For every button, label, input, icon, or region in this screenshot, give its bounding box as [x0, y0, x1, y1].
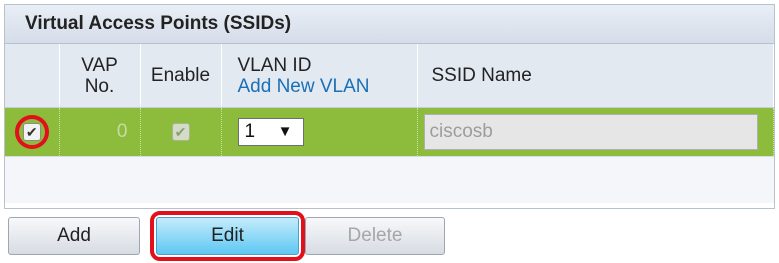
enable-cell: ✔ — [140, 107, 222, 157]
panel-title: Virtual Access Points (SSIDs) — [5, 5, 774, 44]
row-select-checkbox[interactable]: ✔ — [22, 122, 41, 141]
enable-header: Enable — [140, 44, 222, 108]
table-header-row: VAP No. Enable VLAN ID Add New VLAN SSID… — [5, 44, 774, 108]
vlan-cell: 1 ▼ — [221, 107, 418, 157]
vap-no-header: VAP No. — [59, 44, 141, 108]
delete-button[interactable]: Delete — [305, 217, 445, 255]
vlan-id-label: VLAN ID — [237, 54, 312, 76]
enable-checkbox[interactable]: ✔ — [171, 122, 190, 141]
table-row[interactable]: ✔ 0 ✔ 1 ▼ ciscosb — [5, 107, 774, 157]
edit-button-highlight — [150, 211, 305, 261]
vap-table: VAP No. Enable VLAN ID Add New VLAN SSID… — [5, 44, 774, 203]
empty-row — [5, 156, 774, 203]
empty-row-cell — [5, 156, 774, 203]
vap-panel: Virtual Access Points (SSIDs) VAP No. En… — [4, 4, 775, 209]
vap-no-cell: 0 — [59, 107, 141, 157]
vlan-select[interactable]: 1 ▼ — [237, 118, 304, 146]
row-select-highlight: ✔ — [14, 115, 49, 149]
vlan-id-header: VLAN ID Add New VLAN — [221, 44, 418, 108]
add-button[interactable]: Add — [8, 217, 140, 255]
ssid-name-header: SSID Name — [417, 44, 774, 108]
ssid-name-field[interactable]: ciscosb — [423, 114, 758, 150]
select-column-header — [5, 44, 60, 108]
vlan-select-value: 1 — [244, 121, 256, 142]
row-select-cell: ✔ — [5, 107, 60, 157]
add-new-vlan-link[interactable]: Add New VLAN — [238, 76, 417, 97]
triangle-down-icon: ▼ — [277, 123, 293, 140]
check-icon: ✔ — [25, 123, 38, 140]
check-icon: ✔ — [174, 123, 187, 140]
ssid-cell: ciscosb — [417, 107, 774, 157]
